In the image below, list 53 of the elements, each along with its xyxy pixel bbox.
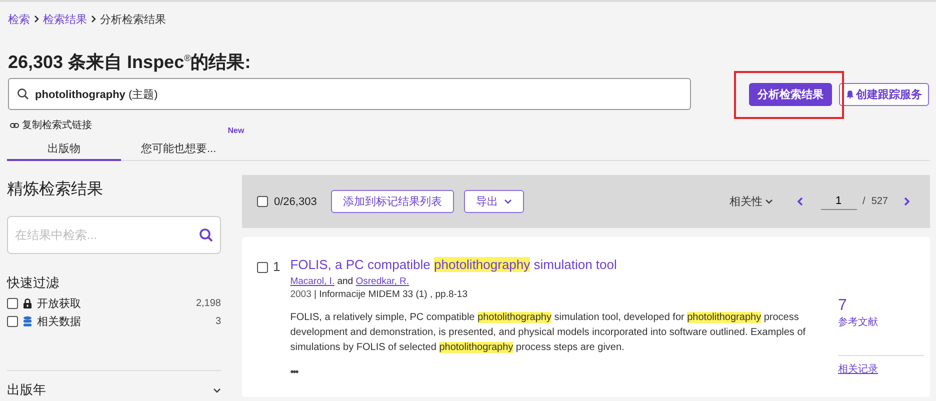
related-records-link[interactable]: 相关记录 (838, 362, 878, 376)
sidebar-title: 精炼检索结果 (7, 180, 104, 200)
database-icon (23, 316, 32, 327)
chevron-right-icon (904, 197, 910, 206)
breadcrumb-current: 分析检索结果 (100, 12, 166, 26)
filter-label: 相关数据 (37, 314, 81, 329)
checkbox[interactable] (257, 262, 268, 273)
analyze-button[interactable]: 分析检索结果 (749, 82, 832, 106)
caret-icon (764, 198, 773, 205)
filter-label: 开放获取 (37, 297, 81, 311)
filter-count: 2,198 (196, 298, 221, 309)
chevron-right-icon (91, 15, 96, 23)
chevron-left-icon (796, 197, 803, 206)
checkbox[interactable] (7, 298, 18, 309)
tab[interactable]: 出版物 (7, 138, 121, 161)
source-text: Informacije MIDEM 33 (1) , pp.8-13 (319, 289, 468, 300)
page-separator: / (862, 196, 866, 207)
page-field[interactable]: 1 (820, 193, 857, 210)
new-label: New (228, 126, 244, 135)
separator-text: | (313, 289, 318, 300)
breadcrumb-link[interactable]: 检索 (8, 12, 30, 26)
copy-link[interactable]: 复制检索式链接 (10, 118, 92, 132)
checkbox[interactable] (257, 196, 268, 207)
filter-section[interactable]: 出版年 (7, 381, 221, 399)
results-heading: 26,303 条来自 Inspec$^{®}$的结果: (8, 51, 252, 72)
add-to-list-button[interactable]: 添加到标记结果列表 (330, 190, 454, 213)
search-icon (17, 88, 29, 100)
link-icon (10, 122, 19, 128)
refine-search-field[interactable]: 在结果中检索... (7, 216, 221, 254)
alert-button[interactable]: 创建跟踪服务 (839, 82, 929, 106)
author-link[interactable]: Macarol, I. (290, 276, 335, 287)
page-total: 527 (871, 196, 888, 207)
author-link[interactable]: Osredkar, R. (356, 276, 410, 287)
selection-count: 0/26,303 (274, 196, 317, 208)
publication-year: 2003 (290, 289, 312, 300)
chevron-down-icon (213, 386, 221, 394)
more-button[interactable]: ••• (290, 367, 298, 378)
sort-dropdown[interactable]: 相关性 (730, 194, 773, 209)
citation-label: 参考文献 (838, 316, 878, 329)
chevron-right-icon (34, 15, 39, 23)
filter-heading: 快速过滤 (7, 274, 60, 292)
author-joiner: and (336, 276, 354, 287)
lock-icon (23, 298, 32, 309)
result-title-link[interactable]: FOLIS, a PC compatible photolithography simulation tool (290, 257, 820, 272)
search-icon (199, 228, 213, 242)
checkbox[interactable] (7, 316, 18, 327)
filter-count: 3 (215, 316, 221, 327)
bell-icon (846, 90, 854, 98)
result-number: 1 (273, 259, 280, 274)
export-button[interactable]: 导出 (464, 190, 524, 213)
breadcrumb-link[interactable]: 检索结果 (43, 12, 87, 26)
citation-count: 7 (838, 297, 847, 315)
search-field[interactable]: photolithography (主题) (8, 78, 691, 110)
